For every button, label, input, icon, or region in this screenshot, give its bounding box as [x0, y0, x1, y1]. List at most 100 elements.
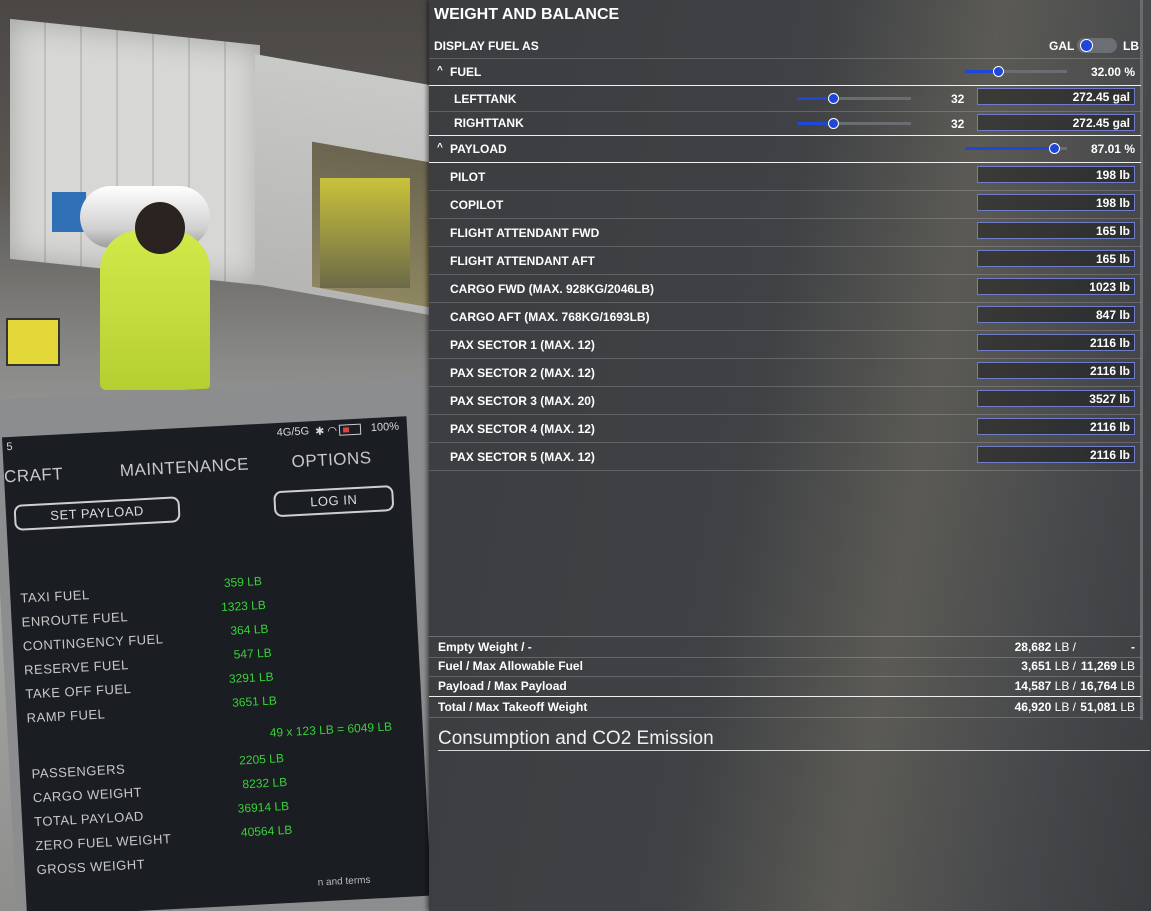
panel-title: WEIGHT AND BALANCE: [434, 6, 620, 23]
unit-gal-label: GAL: [1049, 39, 1075, 53]
fuel-percent: 32.00 %: [1090, 65, 1135, 79]
login-button[interactable]: LOG IN: [273, 485, 395, 518]
tank-row: LEFTTANK 32 272.45 gal: [429, 86, 1141, 112]
table-row: PILOT 198 lb: [429, 163, 1141, 191]
slider-knob[interactable]: [828, 93, 840, 104]
list-item-label: PASSENGERS: [31, 761, 126, 782]
table-row: CARGO AFT (MAX. 768KG/1693LB) 847 lb: [429, 303, 1141, 331]
list-item-value: 3651 LB: [231, 693, 278, 710]
wifi-icon: ✱ ◠: [314, 424, 338, 439]
ground-vehicle: [320, 178, 410, 288]
co2-section-title: Consumption and CO2 Emission: [438, 728, 714, 749]
station-weight-input[interactable]: 165 lb: [977, 250, 1135, 267]
fuel-total-slider[interactable]: [965, 66, 1067, 77]
tab-options[interactable]: OPTIONS: [291, 448, 372, 472]
tank-slider[interactable]: [797, 93, 911, 104]
table-row: COPILOT 198 lb: [429, 191, 1141, 219]
summary-value: 3,651 LB /: [1021, 659, 1076, 673]
display-fuel-label: DISPLAY FUEL AS: [434, 39, 539, 53]
list-item-label: ZERO FUEL WEIGHT: [34, 831, 172, 854]
sim-scene: 5 ✱ ◠ 4G/5G 100% CRAFT MAINTENANCE OPTIO…: [0, 0, 430, 911]
list-item-value: 364 LB: [230, 621, 269, 638]
summary-row: Empty Weight / - 28,682 LB / -: [429, 636, 1141, 658]
station-weight-input[interactable]: 2116 lb: [977, 334, 1135, 351]
table-row: CARGO FWD (MAX. 928KG/2046LB) 1023 lb: [429, 275, 1141, 303]
station-label: PAX SECTOR 3 (MAX. 20): [450, 394, 595, 408]
station-label: PAX SECTOR 4 (MAX. 12): [450, 422, 595, 436]
chevron-up-icon: ^: [437, 65, 443, 76]
summary-max: -: [1131, 640, 1135, 654]
slider-fill: [965, 147, 1054, 150]
station-weight-input[interactable]: 165 lb: [977, 222, 1135, 239]
station-weight-input[interactable]: 2116 lb: [977, 418, 1135, 435]
station-weight-input[interactable]: 1023 lb: [977, 278, 1135, 295]
tow-controller: [6, 318, 60, 366]
tank-percent: 32: [951, 92, 965, 106]
station-label: CARGO AFT (MAX. 768KG/1693LB): [450, 310, 650, 324]
list-item-value: 359 LB: [223, 574, 263, 590]
tank-quantity-input[interactable]: 272.45 gal: [977, 114, 1135, 131]
list-item-label: RAMP FUEL: [26, 706, 106, 726]
list-item-value: 36914 LB: [237, 798, 290, 816]
list-item-value: 2205 LB: [238, 751, 285, 768]
list-item-label: GROSS WEIGHT: [36, 856, 146, 878]
tank-slider[interactable]: [797, 118, 911, 129]
payload-total-slider[interactable]: [965, 143, 1067, 154]
status-time: 5: [6, 440, 13, 454]
station-label: PAX SECTOR 5 (MAX. 12): [450, 450, 595, 464]
network-label: 4G/5G: [276, 425, 310, 440]
set-payload-button[interactable]: SET PAYLOAD: [13, 496, 181, 531]
list-item-value: 40564 LB: [240, 822, 293, 840]
table-row: PAX SECTOR 2 (MAX. 12) 2116 lb: [429, 359, 1141, 387]
tab-craft[interactable]: CRAFT: [4, 464, 64, 487]
efb-tablet: 5 ✱ ◠ 4G/5G 100% CRAFT MAINTENANCE OPTIO…: [0, 377, 430, 911]
station-weight-input[interactable]: 198 lb: [977, 194, 1135, 211]
slider-knob[interactable]: [828, 118, 840, 129]
ground-crew: [100, 230, 210, 390]
fuel-section-label: FUEL: [450, 65, 482, 79]
tank-quantity-input[interactable]: 272.45 gal: [977, 88, 1135, 105]
station-weight-input[interactable]: 2116 lb: [977, 446, 1135, 463]
station-label: PAX SECTOR 1 (MAX. 12): [450, 338, 595, 352]
tank-label: LEFTTANK: [454, 92, 517, 106]
list-item-label: CARGO WEIGHT: [32, 784, 143, 806]
summary-label: Total / Max Takeoff Weight: [438, 700, 588, 714]
terms-link[interactable]: n and terms: [317, 875, 370, 889]
summary-max: 11,269 LB: [1080, 659, 1135, 673]
table-row: PAX SECTOR 3 (MAX. 20) 3527 lb: [429, 387, 1141, 415]
fuel-section-header[interactable]: ^ FUEL 32.00 %: [429, 58, 1141, 86]
unit-lb-label: LB: [1123, 39, 1139, 53]
slider-knob[interactable]: [992, 66, 1004, 77]
list-item-label: TAXI FUEL: [20, 587, 90, 606]
divider: [438, 750, 1150, 751]
ground-crew-head: [135, 202, 185, 254]
summary-label: Payload / Max Payload: [438, 679, 567, 693]
list-item-label: RESERVE FUEL: [23, 657, 130, 678]
slider-knob[interactable]: [1048, 143, 1060, 154]
fuel-unit-toggle[interactable]: [1077, 38, 1117, 53]
display-fuel-row: DISPLAY FUEL AS GAL LB: [429, 31, 1141, 59]
tab-maintenance[interactable]: MAINTENANCE: [119, 455, 249, 482]
summary-label: Fuel / Max Allowable Fuel: [438, 659, 583, 673]
battery-level: 100%: [370, 420, 400, 435]
list-item-value: 3291 LB: [228, 669, 274, 686]
list-item-label: ENROUTE FUEL: [21, 609, 129, 630]
station-label: PILOT: [450, 170, 486, 184]
station-label: CARGO FWD (MAX. 928KG/2046LB): [450, 282, 655, 296]
summary-row: Payload / Max Payload 14,587 LB / 16,764…: [429, 676, 1141, 697]
station-weight-input[interactable]: 198 lb: [977, 166, 1135, 183]
station-weight-input[interactable]: 3527 lb: [977, 390, 1135, 407]
station-label: FLIGHT ATTENDANT FWD: [450, 226, 600, 240]
table-row: PAX SECTOR 4 (MAX. 12) 2116 lb: [429, 415, 1141, 443]
summary-max: 16,764 LB: [1080, 679, 1135, 693]
summary-row: Total / Max Takeoff Weight 46,920 LB / 5…: [429, 697, 1141, 718]
list-item-label: TOTAL PAYLOAD: [33, 808, 145, 830]
station-label: COPILOT: [450, 198, 504, 212]
station-weight-input[interactable]: 2116 lb: [977, 362, 1135, 379]
payload-section-label: PAYLOAD: [450, 142, 507, 156]
station-weight-input[interactable]: 847 lb: [977, 306, 1135, 323]
payload-section-header[interactable]: ^ PAYLOAD 87.01 %: [429, 135, 1141, 163]
summary-max: 51,081 LB: [1080, 700, 1135, 714]
table-row: FLIGHT ATTENDANT AFT 165 lb: [429, 247, 1141, 275]
summary-value: 46,920 LB /: [1014, 700, 1076, 714]
